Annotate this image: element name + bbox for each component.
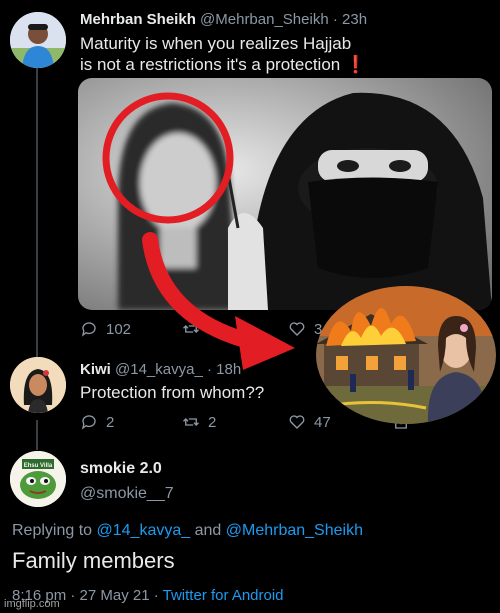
exclamation-emoji-icon: ❗ (344, 55, 367, 74)
tweet2-like-button[interactable]: 47 (288, 413, 331, 431)
tweet3-text: Family members (12, 548, 175, 573)
retweet-icon (183, 418, 199, 426)
tweet3-handle[interactable]: @smokie__7 (80, 485, 174, 503)
tweet3-display-name[interactable]: smokie 2.0 (80, 460, 162, 478)
replying-to-line: Replying to @14_kavya_ and @Mehrban_Shei… (12, 522, 363, 540)
reply-handle-kavya[interactable]: @14_kavya_ (97, 522, 191, 539)
replying-and-label: and (194, 522, 222, 539)
tweet1-text-line1: Maturity is when you realizes Hajjab (80, 34, 352, 53)
reply-icon (81, 322, 96, 337)
tweet1-reply-button[interactable]: 102 (80, 320, 131, 338)
red-arrow (142, 232, 295, 370)
pepe-avatar-icon: Ehsu Villa (10, 451, 66, 507)
tweet2-retweet-count: 2 (208, 413, 217, 431)
tweet2-reply-count: 2 (106, 413, 115, 431)
reply-handle-mehrban[interactable]: @Mehrban_Sheikh (226, 522, 363, 539)
tweet1-time[interactable]: · 23h (333, 11, 367, 28)
tweet1-handle[interactable]: @Mehrban_Sheikh (200, 11, 329, 28)
thread-line-2 (36, 420, 38, 450)
avatar-smokie[interactable]: Ehsu Villa (10, 451, 66, 507)
disaster-circle-overlay (316, 286, 496, 424)
avatar-banner-text: Ehsu Villa (24, 463, 53, 469)
tweet1-reply-count: 102 (106, 320, 132, 338)
tweet2-reply-button[interactable]: 2 (80, 413, 114, 431)
tweet1-header: Mehrban Sheikh @Mehrban_Sheikh · 23h (80, 11, 367, 28)
tweet1-display-name[interactable]: Mehrban Sheikh (80, 11, 196, 28)
tweet2-retweet-button[interactable]: 2 (182, 413, 216, 431)
reply-icon (81, 415, 96, 430)
avatar-mehrban[interactable] (10, 12, 66, 68)
tweet2-text: Protection from whom?? (80, 383, 265, 402)
tweet2-display-name[interactable]: Kiwi (80, 361, 111, 378)
tweet2-like-count: 47 (314, 413, 331, 431)
tweet1-text-line2-wrap: is not a restrictions it's a protection … (80, 54, 490, 75)
like-icon (289, 415, 305, 429)
tweet1-text: Maturity is when you realizes Hajjab is … (80, 33, 490, 75)
tweet1-text-line2: is not a restrictions it's a protection (80, 55, 341, 74)
tweet3-client[interactable]: Twitter for Android (163, 587, 284, 604)
replying-to-label: Replying to (12, 522, 93, 539)
avatar-kiwi[interactable] (10, 357, 66, 413)
woman-avatar-icon (10, 357, 66, 413)
person-avatar-icon (10, 12, 66, 68)
burning-house-image (316, 286, 496, 424)
imgflip-watermark: imgflip.com (4, 598, 60, 610)
thread-line-1 (36, 68, 38, 358)
